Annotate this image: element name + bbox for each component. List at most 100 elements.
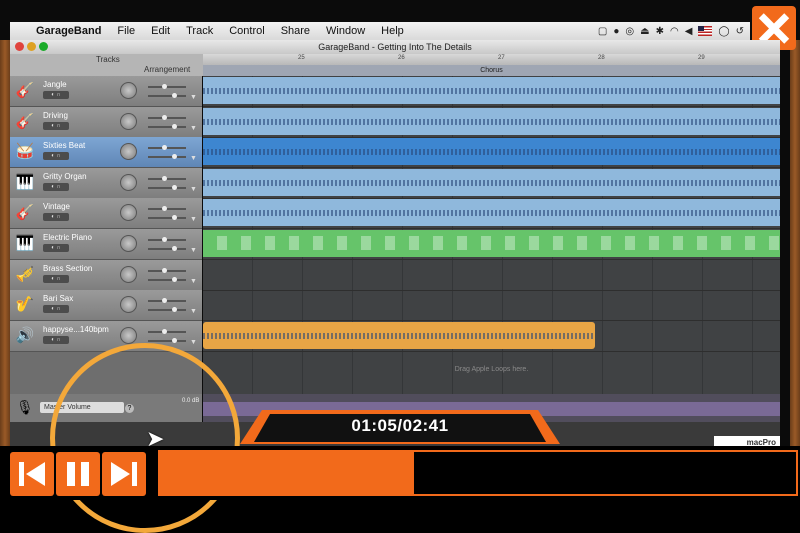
chevron-down-icon[interactable]: ▼ — [190, 308, 197, 315]
slider-thumb[interactable] — [172, 337, 177, 343]
track-region[interactable] — [203, 230, 780, 257]
timeline[interactable]: Drag Apple Loops here. — [203, 76, 780, 394]
window-close-icon[interactable] — [15, 42, 24, 51]
track-lane[interactable] — [203, 290, 780, 322]
pan-knob[interactable] — [120, 204, 137, 222]
volume-slider-2[interactable] — [148, 276, 186, 282]
volume-slider-2[interactable] — [148, 215, 186, 221]
volume-slider-2[interactable] — [148, 246, 186, 251]
volume-slider[interactable] — [148, 267, 186, 273]
mute-solo-buttons[interactable]: ◐ ∩ — [43, 335, 69, 344]
mute-solo-buttons[interactable]: ◐ ∩ — [43, 274, 69, 283]
track-lane[interactable] — [203, 137, 780, 169]
track-header[interactable]: 🎷 Bari Sax ◐ ∩ ▼ — [10, 290, 202, 322]
pan-knob[interactable] — [120, 235, 137, 252]
skip-back-button[interactable] — [10, 452, 54, 496]
volume-slider-2[interactable] — [148, 93, 186, 98]
pan-knob[interactable] — [120, 173, 137, 191]
slider-thumb[interactable] — [162, 84, 167, 89]
slider-thumb[interactable] — [172, 93, 177, 98]
wifi-icon[interactable]: ◠ — [670, 26, 679, 37]
track-header[interactable]: 🎹 Gritty Organ ◐ ∩ ▼ — [10, 167, 202, 199]
volume-icon[interactable]: ◀ — [685, 26, 693, 37]
flag-icon[interactable] — [698, 25, 713, 36]
slider-thumb[interactable] — [172, 123, 177, 129]
volume-slider-2[interactable] — [148, 184, 186, 190]
volume-slider[interactable] — [148, 175, 186, 181]
chevron-down-icon[interactable]: ▼ — [190, 125, 197, 132]
track-header[interactable]: 🎹 Electric Piano ◐ ∩ ▼ — [10, 229, 202, 260]
window-zoom-icon[interactable] — [39, 42, 48, 51]
track-header[interactable]: 🎺 Brass Section ◐ ∩ ▼ — [10, 259, 202, 291]
track-region[interactable] — [203, 77, 780, 104]
mute-solo-buttons[interactable]: ◐ ∩ — [43, 152, 69, 161]
slider-thumb[interactable] — [162, 145, 167, 151]
pan-knob[interactable] — [120, 143, 137, 161]
track-header[interactable]: 🎸 Driving ◐ ∩ ▼ — [10, 106, 202, 138]
mute-solo-buttons[interactable]: ◐ ∩ — [43, 121, 69, 130]
screen-icon[interactable]: ▢ — [598, 26, 607, 37]
track-region[interactable] — [203, 168, 780, 196]
volume-slider[interactable] — [148, 298, 186, 304]
menu-help[interactable]: Help — [373, 25, 412, 37]
track-region[interactable] — [203, 321, 596, 349]
mute-solo-buttons[interactable]: ◐ ∩ — [43, 305, 69, 314]
track-region[interactable] — [203, 107, 780, 135]
volume-slider[interactable] — [148, 237, 186, 242]
slider-thumb[interactable] — [162, 114, 167, 120]
pan-knob[interactable] — [120, 112, 137, 130]
search-icon[interactable]: ◎ — [625, 26, 634, 37]
pan-knob[interactable] — [120, 82, 137, 99]
menu-track[interactable]: Track — [178, 25, 221, 37]
track-lane[interactable] — [203, 198, 780, 230]
track-lane[interactable] — [203, 76, 780, 107]
pan-knob[interactable] — [120, 326, 137, 344]
track-lane[interactable] — [203, 321, 780, 352]
volume-slider-2[interactable] — [148, 337, 186, 343]
chevron-down-icon[interactable]: ▼ — [190, 155, 197, 162]
track-header[interactable]: 🥁 Sixties Beat ◐ ∩ ▼ — [10, 137, 202, 169]
menu-window[interactable]: Window — [318, 25, 373, 37]
slider-thumb[interactable] — [172, 307, 177, 313]
chat-icon[interactable]: ◯ — [718, 26, 729, 37]
mute-solo-buttons[interactable]: ◐ ∩ — [43, 244, 69, 252]
track-region[interactable] — [203, 138, 780, 166]
chevron-down-icon[interactable]: ▼ — [190, 94, 197, 101]
volume-slider-2[interactable] — [148, 123, 186, 129]
slider-thumb[interactable] — [172, 276, 177, 282]
volume-slider[interactable] — [148, 145, 186, 151]
track-region[interactable] — [203, 199, 780, 227]
track-header[interactable]: 🎸 Jangle ◐ ∩ ▼ — [10, 76, 202, 107]
slider-thumb[interactable] — [162, 298, 167, 304]
eject-icon[interactable]: ⏏ — [640, 26, 649, 37]
mute-solo-buttons[interactable]: ◐ ∩ — [43, 91, 69, 99]
chevron-down-icon[interactable]: ▼ — [190, 216, 197, 223]
volume-slider-2[interactable] — [148, 154, 186, 160]
arrangement-chorus[interactable]: Chorus — [203, 65, 780, 76]
volume-slider-2[interactable] — [148, 307, 186, 313]
beat-ruler[interactable]: 25 26 27 28 29 — [203, 54, 780, 65]
skip-forward-button[interactable] — [102, 452, 146, 496]
slider-thumb[interactable] — [162, 206, 167, 212]
chevron-down-icon[interactable]: ▼ — [190, 186, 197, 193]
bell-icon[interactable]: ● — [613, 26, 619, 37]
slider-thumb[interactable] — [172, 184, 177, 190]
slider-thumb[interactable] — [172, 246, 177, 251]
menu-file[interactable]: File — [109, 25, 143, 37]
slider-thumb[interactable] — [162, 267, 167, 273]
slider-thumb[interactable] — [172, 154, 177, 160]
chevron-down-icon[interactable]: ▼ — [190, 247, 197, 254]
chevron-down-icon[interactable]: ▼ — [190, 339, 197, 346]
track-lane[interactable] — [203, 107, 780, 138]
track-lane[interactable] — [203, 260, 780, 291]
progress-bar[interactable] — [158, 450, 798, 496]
pan-knob[interactable] — [120, 265, 137, 283]
slider-thumb[interactable] — [162, 237, 167, 242]
track-header[interactable]: 🎸 Vintage ◐ ∩ ▼ — [10, 198, 202, 230]
volume-slider[interactable] — [148, 328, 186, 334]
volume-slider[interactable] — [148, 114, 186, 120]
pan-knob[interactable] — [120, 296, 137, 314]
track-lane[interactable] — [203, 168, 780, 199]
volume-slider[interactable] — [148, 84, 186, 89]
slider-thumb[interactable] — [162, 175, 167, 181]
